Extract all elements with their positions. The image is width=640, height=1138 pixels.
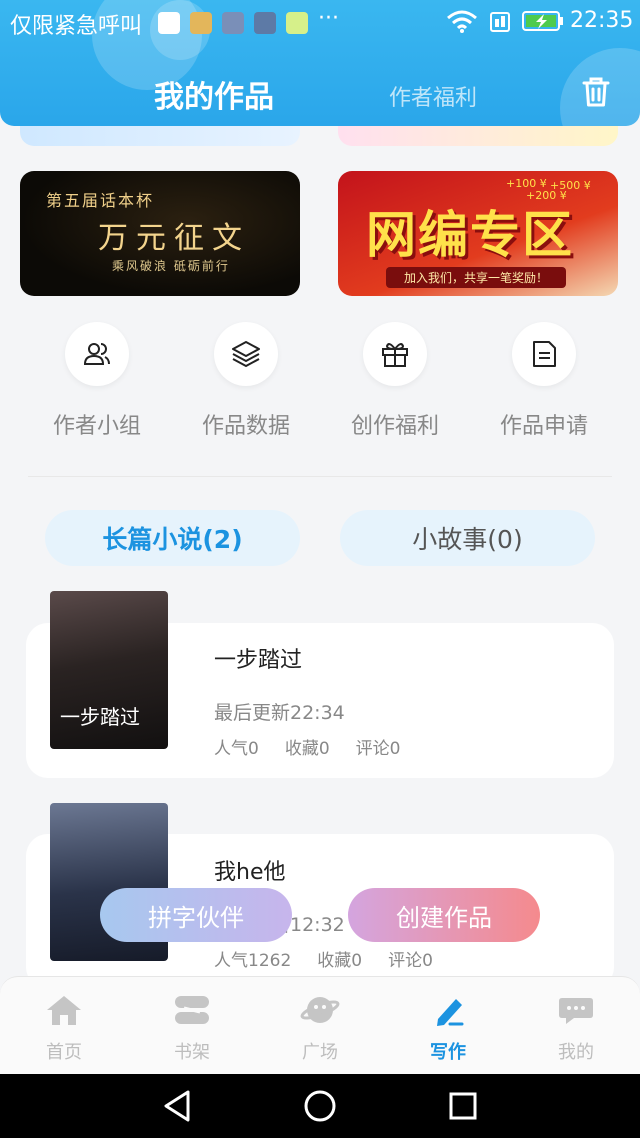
app-notification-icon — [254, 12, 276, 34]
banner-partial[interactable] — [338, 126, 618, 146]
cover-title-text: 一步踏过 — [60, 705, 140, 729]
banner-essay-line2: 万元征文 — [98, 221, 250, 256]
banner-partial[interactable] — [20, 126, 300, 146]
nav-square[interactable]: 广场 — [256, 993, 384, 1064]
wifi-icon — [447, 10, 477, 33]
work-popularity: 人气1262 — [214, 951, 292, 971]
nav-label: 首页 — [46, 1042, 82, 1063]
quick-action-label: 作者小组 — [52, 414, 141, 439]
home-circle-icon[interactable] — [302, 1088, 338, 1124]
home-icon — [47, 996, 81, 1025]
users-icon — [65, 322, 129, 386]
work-last-updated: 最后更新22:34 — [214, 702, 345, 724]
work-popularity: 人气0 — [214, 739, 259, 759]
planet-icon — [300, 997, 340, 1023]
more-notifications-icon: ··· — [318, 6, 339, 31]
nav-label: 书架 — [174, 1042, 210, 1063]
sim-card-icon — [490, 12, 510, 32]
banner-net-editor-zone[interactable]: +100 ¥ +500 ¥ +200 ¥ 网编专区 加入我们，共享一笔奖励！ — [338, 171, 618, 296]
gift-icon — [363, 322, 427, 386]
quick-action-label: 作品数据 — [201, 414, 290, 439]
work-title[interactable]: 一步踏过 — [214, 642, 302, 674]
quick-action-author-group[interactable]: 作者小组 — [22, 322, 172, 440]
nav-write[interactable]: 写作 — [384, 993, 512, 1064]
banner-net-subtitle: 加入我们，共享一笔奖励！ — [386, 267, 566, 288]
back-icon[interactable] — [160, 1089, 196, 1123]
bottom-navigation: 首页 书架 广场 写作 我的 — [0, 976, 640, 1075]
work-title[interactable]: 我he他 — [214, 854, 285, 886]
nav-label: 广场 — [302, 1042, 338, 1063]
quick-action-work-application[interactable]: 作品申请 — [469, 322, 619, 440]
work-cover-image[interactable]: 一步踏过 — [50, 591, 168, 749]
status-time: 22:35 — [570, 8, 634, 33]
writing-partner-button[interactable]: 拼字伙伴 — [100, 888, 292, 942]
chat-bubble-icon — [559, 998, 593, 1024]
tab-my-works[interactable]: 我的作品 — [154, 72, 294, 116]
app-header: 仅限紧急呼叫 ··· 22:35 我的作品 作者福利 — [0, 0, 640, 126]
quick-action-label: 作品申请 — [499, 414, 588, 439]
nav-label: 我的 — [558, 1042, 594, 1063]
work-stats: 人气0 收藏0 评论0 — [214, 734, 426, 759]
battery-charging-icon — [522, 11, 563, 31]
create-work-button[interactable]: 创建作品 — [348, 888, 540, 942]
bookshelf-icon — [175, 996, 209, 1024]
trash-icon[interactable] — [578, 74, 614, 110]
work-stats: 人气1262 收藏0 评论0 — [214, 946, 459, 971]
recent-apps-icon[interactable] — [446, 1089, 480, 1123]
nav-home[interactable]: 首页 — [0, 993, 128, 1064]
app-notification-icon — [286, 12, 308, 34]
tab-long-novels[interactable]: 长篇小说(2) — [45, 510, 300, 566]
system-navigation-bar — [0, 1074, 640, 1138]
nav-label: 写作 — [430, 1042, 466, 1063]
work-comments: 评论0 — [388, 951, 433, 971]
document-icon — [512, 322, 576, 386]
tab-short-stories[interactable]: 小故事(0) — [340, 510, 595, 566]
work-comments: 评论0 — [355, 739, 401, 759]
quick-action-work-data[interactable]: 作品数据 — [171, 322, 321, 440]
tab-author-welfare[interactable]: 作者福利 — [389, 80, 509, 112]
app-notification-icon — [190, 12, 212, 34]
work-favorites: 收藏0 — [284, 739, 330, 759]
app-notification-icon — [158, 12, 180, 34]
work-favorites: 收藏0 — [317, 951, 363, 971]
banner-essay-line3: 乘风破浪 砥砺前行 — [112, 259, 230, 273]
status-carrier-text: 仅限紧急呼叫 — [10, 14, 143, 39]
pen-icon — [437, 999, 464, 1026]
layers-icon — [214, 322, 278, 386]
nav-mine[interactable]: 我的 — [512, 993, 640, 1064]
quick-action-label: 创作福利 — [350, 414, 439, 439]
main-content: 第五届话本杯 万元征文 乘风破浪 砥砺前行 +100 ¥ +500 ¥ +200… — [0, 126, 640, 976]
nav-bookshelf[interactable]: 书架 — [128, 993, 256, 1064]
banner-net-title: 网编专区 — [366, 206, 574, 264]
quick-action-creation-welfare[interactable]: 创作福利 — [320, 322, 470, 440]
banner-essay-contest[interactable]: 第五届话本杯 万元征文 乘风破浪 砥砺前行 — [20, 171, 300, 296]
banner-essay-line1: 第五届话本杯 — [46, 191, 155, 210]
divider — [28, 476, 612, 477]
app-notification-icon — [222, 12, 244, 34]
